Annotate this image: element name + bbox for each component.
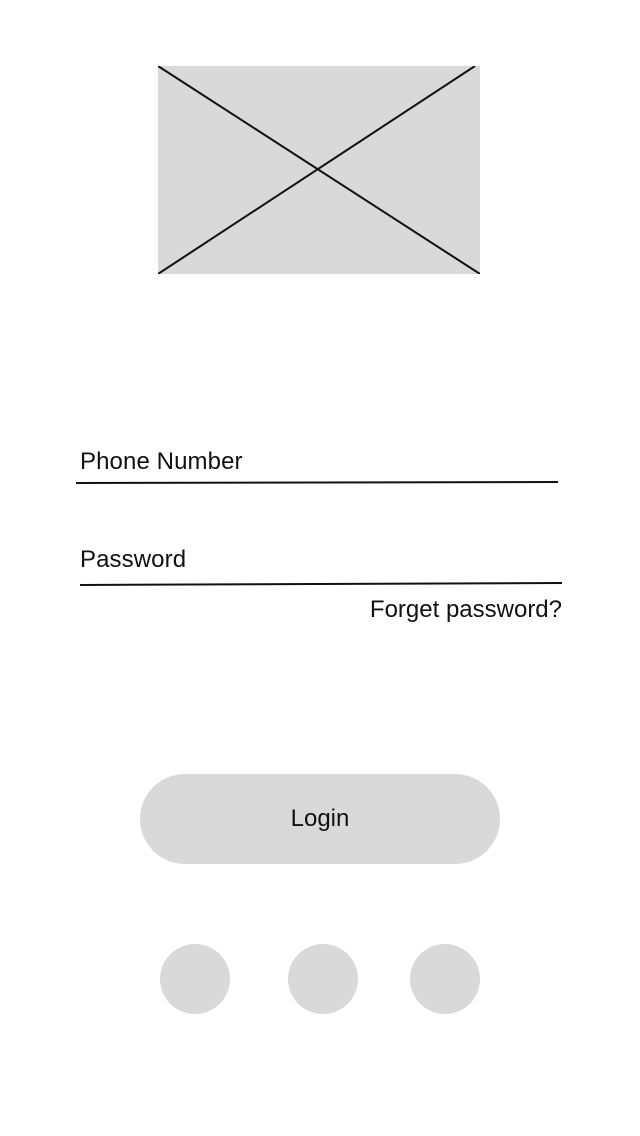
- social-login-button-2[interactable]: [288, 944, 358, 1014]
- social-login-button-3[interactable]: [410, 944, 480, 1014]
- password-underline: [79, 581, 562, 586]
- phone-number-underline: [75, 480, 559, 484]
- login-button[interactable]: Login: [140, 774, 500, 864]
- password-field[interactable]: Password: [80, 546, 186, 574]
- image-placeholder-icon: [158, 66, 480, 274]
- forgot-password-link[interactable]: Forget password?: [370, 596, 562, 624]
- phone-number-field[interactable]: Phone Number: [80, 448, 243, 476]
- hero-image-placeholder: [158, 66, 480, 274]
- social-login-button-1[interactable]: [160, 944, 230, 1014]
